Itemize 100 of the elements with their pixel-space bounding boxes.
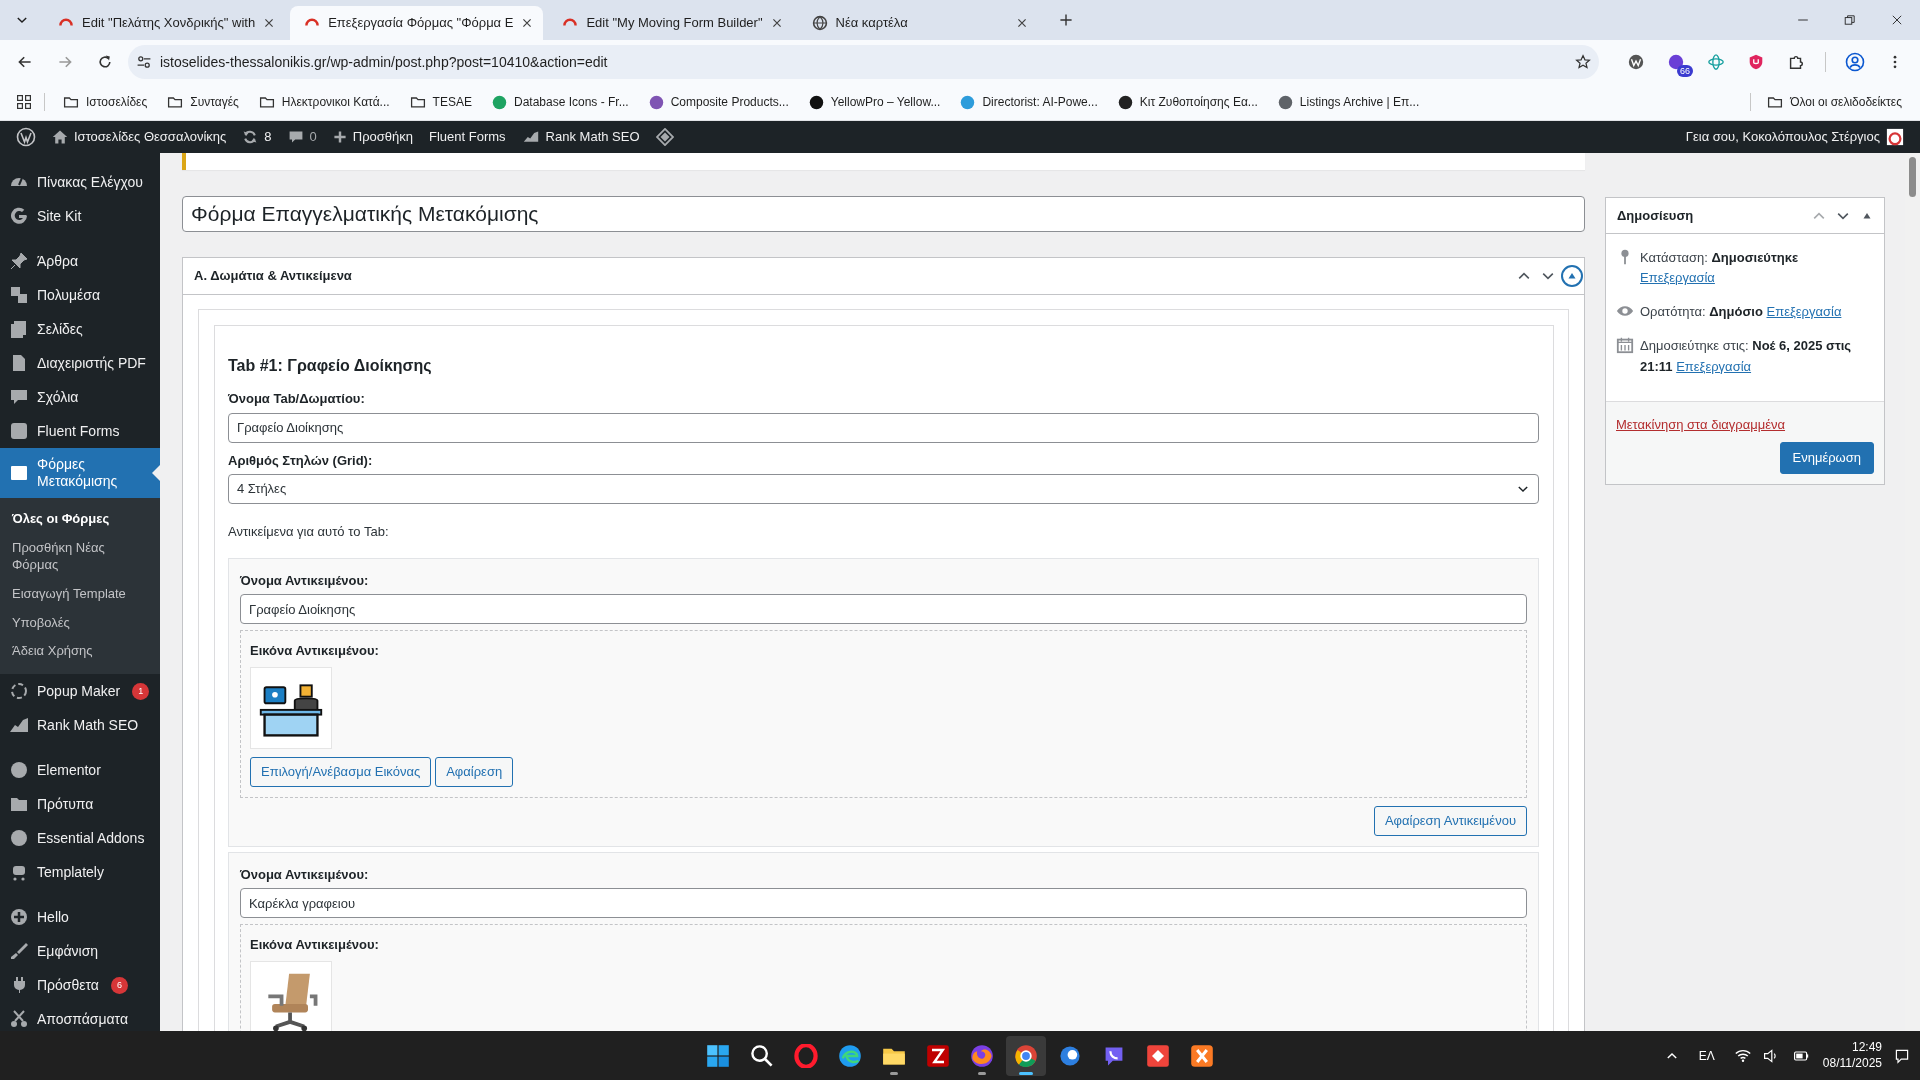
grid-columns-select[interactable]: 4 Στήλες — [228, 474, 1539, 505]
arrow-right-icon — [57, 54, 73, 70]
arrow-left-icon — [17, 54, 33, 70]
submenu-item[interactable]: Προσθήκη Νέας Φόρμας — [0, 533, 160, 580]
sidebar-item[interactable]: Σχόλια — [0, 380, 160, 414]
search-icon — [750, 1043, 774, 1068]
trash-link[interactable]: Μετακίνηση στα διαγραμμένα — [1616, 414, 1786, 435]
field-label: Εικόνα Αντικειμένου: — [250, 936, 380, 955]
field-label: Όνομα Αντικειμένου: — [240, 571, 370, 590]
sidebar-item[interactable]: Φόρμες Μετακόμισης — [0, 448, 160, 498]
grid-icon — [16, 94, 32, 110]
tab-heading: Tab #1: Γραφείο Διοίκησης — [228, 356, 433, 376]
comments-link[interactable]: 0 — [279, 121, 325, 153]
sidebar-item[interactable]: Αποσπάσματα — [0, 1002, 160, 1031]
remove-item-button[interactable]: Αφαίρεση Αντικειμένου — [1373, 805, 1527, 836]
all-bookmarks-button[interactable]: Όλοι οι σελιδοδείκτες — [1759, 89, 1910, 115]
globe-icon — [811, 15, 828, 31]
bookmark[interactable]: Database Icons - Fr... — [483, 89, 637, 115]
address-bar[interactable]: istoselides-thessalonikis.gr/wp-admin/post.php?post=10410&action=edit — [128, 45, 1599, 79]
bookmark[interactable]: YellowPro – Yellow... — [800, 89, 949, 115]
post-title-field[interactable]: Φόρμα Επαγγελματικής Μετακόμισης — [182, 196, 1585, 232]
bookmark[interactable]: Κιτ Ζυθοποίησης Εα... — [1109, 89, 1266, 115]
bookmark[interactable]: Directorist: AI-Powe... — [952, 89, 1106, 115]
bookmark[interactable]: Ιστοσελίδες — [55, 89, 156, 115]
sidebar-item[interactable]: Site Kit — [0, 199, 160, 233]
circle-logo-icon — [9, 828, 29, 849]
submenu-item[interactable]: Εισαγωγή Template — [0, 579, 160, 609]
sidebar-item[interactable]: Πρόσθετα 6 — [0, 968, 160, 1003]
tab-name-field[interactable]: Γραφείο Διοίκησης — [228, 412, 1539, 443]
bookmark[interactable]: Composite Products... — [640, 89, 797, 115]
folder-icon — [258, 94, 275, 110]
square-logo-icon — [926, 1043, 950, 1068]
item-name-field[interactable]: Γραφείο Διοίκησης — [240, 594, 1527, 625]
scissors-icon — [9, 1009, 29, 1030]
triangle-up-icon — [1567, 271, 1577, 281]
home-icon — [52, 129, 68, 145]
sidebar-item[interactable]: Templately — [0, 855, 160, 890]
sidebar-item[interactable]: Πρότυπα — [0, 787, 160, 822]
publish-info-text: Κατάσταση: Δημοσιεύτηκε Επεξεργασία — [1640, 249, 1800, 288]
field-label: Αριθμός Στηλών (Grid): — [228, 451, 374, 470]
image-action-button[interactable]: Επιλογή/Ανέβασμα Εικόνας — [250, 756, 432, 787]
edit-link[interactable]: Επεξεργασία — [1676, 358, 1752, 374]
count-badge: 6 — [110, 976, 128, 994]
toolbar-link[interactable]: Rank Math SEO — [513, 121, 648, 153]
bar-chart-icon — [521, 129, 540, 145]
notification-icon[interactable] — [1894, 1047, 1910, 1064]
item-name-field[interactable]: Καρέκλα γραφειου — [240, 888, 1527, 919]
sidebar-item[interactable]: Διαχειριστής PDF — [0, 346, 160, 380]
bookmark[interactable]: TESAE — [401, 89, 480, 115]
sidebar-item[interactable]: Elementor — [0, 753, 160, 788]
new-content-link[interactable]: Προσθήκη — [324, 121, 422, 153]
sidebar-item[interactable]: Πίνακας Ελέγχου — [0, 165, 160, 199]
count-badge: 1 — [132, 682, 150, 700]
bubble-logo-icon — [1058, 1043, 1082, 1068]
account-link[interactable]: Γεια σου, Κοκολόπουλος Στέργιος — [1677, 121, 1912, 153]
close-icon — [1015, 17, 1028, 29]
update-button[interactable]: Ενημέρωση — [1779, 442, 1874, 475]
toggle-panel-button[interactable] — [1561, 265, 1583, 287]
sidebar-item[interactable]: Essential Addons — [0, 821, 160, 856]
calendar-icon — [1616, 336, 1634, 355]
bookmark[interactable]: Listings Archive | Επ... — [1269, 89, 1428, 115]
sidebar-item[interactable]: Πολυμέσα — [0, 278, 160, 312]
panel-title: Δημοσίευση — [1617, 207, 1695, 224]
browser-tab[interactable]: Edit "My Moving Form Builder" — [548, 6, 793, 40]
bookmark[interactable]: Ηλεκτρονικοι Κατά... — [250, 89, 398, 115]
plus-circle-icon — [9, 907, 29, 928]
site-settings-icon[interactable] — [136, 54, 152, 70]
language-indicator[interactable]: ΕΛ — [1698, 1046, 1715, 1065]
submenu-item[interactable]: Όλες οι Φόρμες — [0, 505, 160, 534]
diamond-icon — [655, 128, 674, 146]
folder-icon — [63, 94, 79, 110]
sidebar-item[interactable]: Rank Math SEO — [0, 708, 160, 743]
bookmark[interactable]: Συνταγές — [159, 89, 247, 115]
sidebar-item[interactable]: Εμφάνιση — [0, 934, 160, 969]
taskbar-app[interactable] — [1006, 1035, 1046, 1076]
image-action-button[interactable]: Αφαίρεση — [435, 756, 514, 787]
sidebar-item[interactable]: Fluent Forms — [0, 414, 160, 448]
sidebar-item[interactable]: Άρθρα — [0, 244, 160, 278]
extension-button[interactable]: 66 — [1659, 45, 1693, 79]
toolbar-link[interactable]: Fluent Forms — [421, 121, 514, 153]
scrollbar-thumb[interactable] — [1909, 157, 1916, 197]
updates-link[interactable]: 8 — [234, 121, 280, 153]
star-icon[interactable] — [1575, 54, 1591, 70]
sidebar-item[interactable]: Hello — [0, 900, 160, 935]
browser-tab[interactable]: Νέα καρτέλα — [797, 6, 1038, 40]
sidebar-item[interactable]: Σελίδες — [0, 312, 160, 346]
browser-tab[interactable]: Edit "Πελάτης Χονδρικής" with — [44, 6, 286, 40]
refresh-icon — [242, 129, 259, 145]
edit-link[interactable]: Επεξεργασία — [1766, 304, 1842, 320]
submenu-item[interactable]: Άδεια Χρήσης — [0, 637, 160, 667]
wifi-icon[interactable] — [1734, 1047, 1751, 1064]
site-name-link[interactable]: Ιστοσελίδες Θεσσαλονίκης — [44, 121, 235, 153]
edit-link[interactable]: Επεξεργασία — [1640, 270, 1715, 286]
speaker-icon[interactable] — [1762, 1047, 1779, 1064]
sidebar-item[interactable]: Popup Maker 1 — [0, 674, 160, 709]
clock[interactable]: 12:49 08/11/2025 — [1822, 1039, 1882, 1072]
speech-bubble-icon — [287, 129, 304, 145]
browser-tab[interactable]: Επεξεργασία Φόρμας "Φόρμα Ε — [290, 6, 544, 40]
wave-logo-icon — [838, 1043, 862, 1068]
submenu-item[interactable]: Υποβολές — [0, 608, 160, 638]
